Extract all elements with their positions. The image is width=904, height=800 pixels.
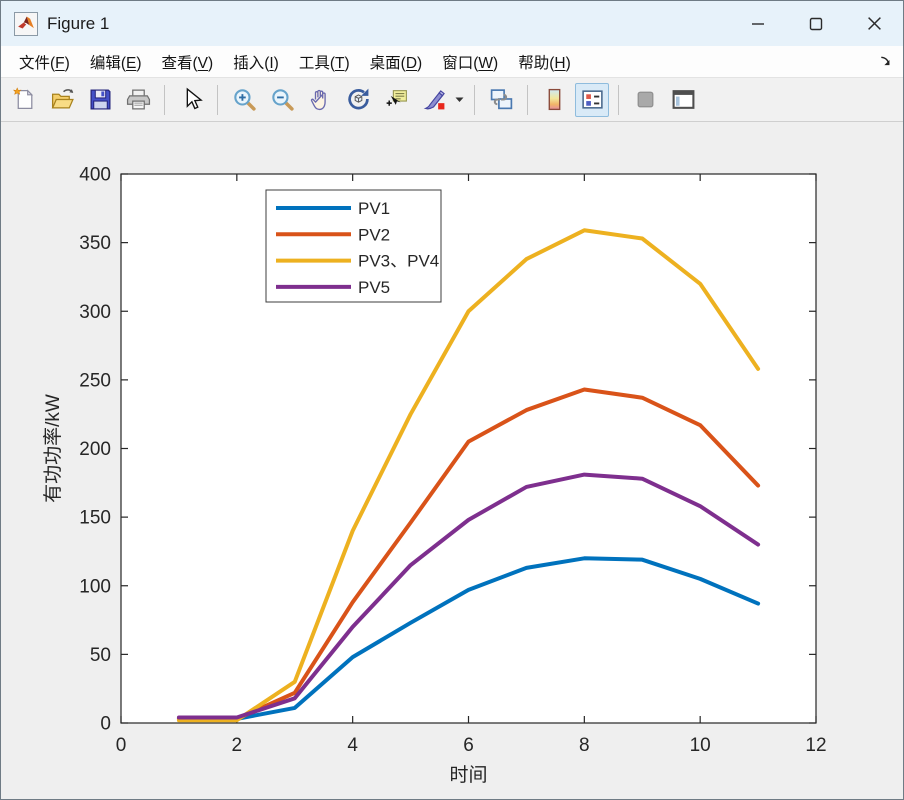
x-tick-label: 12 [805, 735, 826, 756]
brush-data-icon[interactable] [417, 83, 451, 117]
x-tick-label: 8 [579, 735, 590, 756]
menu-edit[interactable]: 编辑(E) [80, 47, 152, 77]
x-tick-label: 2 [232, 735, 243, 756]
legend-label-PV5: PV5 [358, 278, 390, 297]
x-tick-label: 4 [347, 735, 358, 756]
pan-hand-icon[interactable] [303, 83, 337, 117]
new-figure-icon[interactable] [7, 83, 41, 117]
toolbar-separator [217, 84, 218, 115]
open-file-icon[interactable] [45, 83, 79, 117]
plot-area[interactable] [121, 174, 816, 723]
matlab-logo-icon [14, 11, 38, 36]
insert-legend-icon[interactable] [575, 82, 609, 117]
dock-plot-tools-icon[interactable] [666, 83, 700, 117]
y-tick-label: 300 [79, 302, 111, 323]
print-figure-icon[interactable] [121, 83, 155, 117]
close-button[interactable] [845, 1, 903, 46]
y-tick-label: 400 [79, 165, 111, 186]
figure-canvas: 0 2 4 6 8 10 12 0 50 100 150 200 250 300 350 400 时间 有功功率/… [1, 122, 903, 799]
toolbar-separator [164, 84, 165, 115]
x-tick-label: 10 [690, 735, 711, 756]
menu-window[interactable]: 窗口(W) [432, 47, 508, 77]
menu-desktop[interactable]: 桌面(D) [360, 47, 433, 77]
window-title: Figure 1 [47, 13, 110, 33]
minimize-button[interactable] [729, 1, 787, 46]
zoom-in-icon[interactable] [227, 83, 261, 117]
menu-view[interactable]: 查看(V) [152, 47, 224, 77]
window-controls [729, 1, 903, 46]
menu-file[interactable]: 文件(F) [9, 47, 80, 77]
legend-label-PV3、PV4: PV3、PV4 [358, 252, 439, 271]
data-cursor-icon[interactable] [379, 83, 413, 117]
maximize-button[interactable] [787, 1, 845, 46]
toolbar-separator [474, 84, 475, 115]
x-tick-label: 6 [463, 735, 474, 756]
x-tick-label: 0 [116, 735, 127, 756]
menu-help[interactable]: 帮助(H) [508, 47, 581, 77]
rotate-3d-icon[interactable] [341, 83, 375, 117]
toolbar-separator [618, 84, 619, 115]
legend-label-PV1: PV1 [358, 199, 390, 218]
menu-tools[interactable]: 工具(T) [289, 47, 360, 77]
insert-colorbar-icon[interactable] [537, 83, 571, 117]
y-axis-label: 有功功率/kW [42, 394, 64, 503]
dock-arrow-icon[interactable] [878, 54, 893, 69]
y-tick-label: 150 [79, 508, 111, 529]
y-tick-label: 200 [79, 439, 111, 460]
title-bar: Figure 1 [1, 1, 903, 46]
save-figure-icon[interactable] [83, 83, 117, 117]
menu-bar: 文件(F) 编辑(E) 查看(V) 插入(I) 工具(T) 桌面(D) 窗口(W… [1, 46, 903, 78]
y-tick-label: 100 [79, 576, 111, 597]
x-axis-label: 时间 [449, 764, 487, 786]
link-plot-icon[interactable] [484, 83, 518, 117]
zoom-out-icon[interactable] [265, 83, 299, 117]
legend-label-PV2: PV2 [358, 225, 390, 244]
y-tick-label: 50 [90, 645, 111, 666]
toolbar-separator [527, 84, 528, 115]
figure-window: Figure 1 文件(F) 编辑(E) 查看(V) 插入(I) 工具(T) 桌… [0, 0, 904, 800]
figure-toolbar [1, 78, 903, 122]
y-tick-label: 250 [79, 370, 111, 391]
brush-dropdown-caret-icon[interactable] [453, 83, 465, 117]
plot-tools-off-icon[interactable] [628, 83, 662, 117]
menu-insert[interactable]: 插入(I) [223, 47, 289, 77]
y-tick-label: 0 [100, 714, 111, 735]
y-tick-label: 350 [79, 233, 111, 254]
edit-cursor-icon[interactable] [174, 83, 208, 117]
axes-plot[interactable]: 0 2 4 6 8 10 12 0 50 100 150 200 250 300 350 400 时间 有功功率/… [1, 122, 904, 800]
